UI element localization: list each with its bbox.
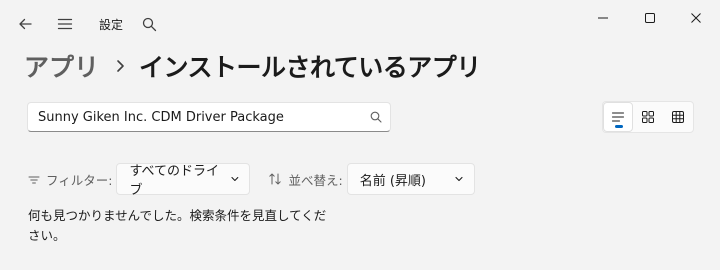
hamburger-menu-icon: [57, 18, 73, 30]
grid-view-icon: [672, 111, 684, 123]
grid-view-button[interactable]: [663, 102, 693, 132]
close-button[interactable]: [673, 2, 719, 34]
chevron-down-icon: [455, 176, 463, 182]
sort-icon: [269, 173, 282, 185]
sort-selected-value: 名前 (昇順): [359, 173, 426, 189]
back-button[interactable]: [10, 10, 40, 38]
chevron-down-icon: [231, 176, 239, 182]
app-search-input[interactable]: [28, 103, 362, 131]
filter-sort-row: フィルター: すべてのドライブ 並べ替え: 名前 (昇順): [28, 163, 475, 198]
app-title: 設定: [99, 18, 124, 32]
menu-button[interactable]: [50, 10, 80, 38]
breadcrumb-root-link[interactable]: アプリ: [24, 48, 99, 84]
search-submit-button[interactable]: [362, 103, 390, 131]
view-mode-toggle: [602, 101, 694, 133]
minimize-button[interactable]: [580, 2, 626, 34]
filter-selected-value: すべてのドライブ: [129, 164, 220, 198]
breadcrumb: アプリ インストールされているアプリ: [24, 46, 481, 86]
filter-icon: [28, 176, 40, 183]
page-title: インストールされているアプリ: [139, 53, 481, 82]
filter-label: フィルター:: [46, 172, 113, 188]
search-icon: [142, 17, 156, 31]
maximize-button[interactable]: [627, 2, 673, 34]
sort-label: 並べ替え:: [288, 172, 343, 188]
search-icon: [370, 111, 382, 123]
close-icon: [691, 13, 701, 23]
no-results-message: 何も見つかりませんでした。検索条件を見直してください。: [28, 208, 327, 243]
title-bar: 設定: [0, 0, 720, 48]
list-view-button[interactable]: [603, 102, 633, 132]
titlebar-search-button[interactable]: [134, 10, 164, 38]
tile-view-icon: [642, 111, 654, 123]
tile-view-button[interactable]: [633, 102, 663, 132]
sort-dropdown[interactable]: 名前 (昇順): [346, 163, 475, 195]
chevron-right-icon: [115, 59, 125, 73]
back-arrow-icon: [19, 18, 32, 30]
list-view-icon: [611, 112, 625, 122]
minimize-icon: [598, 17, 608, 19]
maximize-icon: [645, 13, 655, 23]
filter-dropdown[interactable]: すべてのドライブ: [116, 163, 251, 198]
app-search-box: [27, 102, 391, 132]
selected-indicator: [615, 125, 623, 128]
